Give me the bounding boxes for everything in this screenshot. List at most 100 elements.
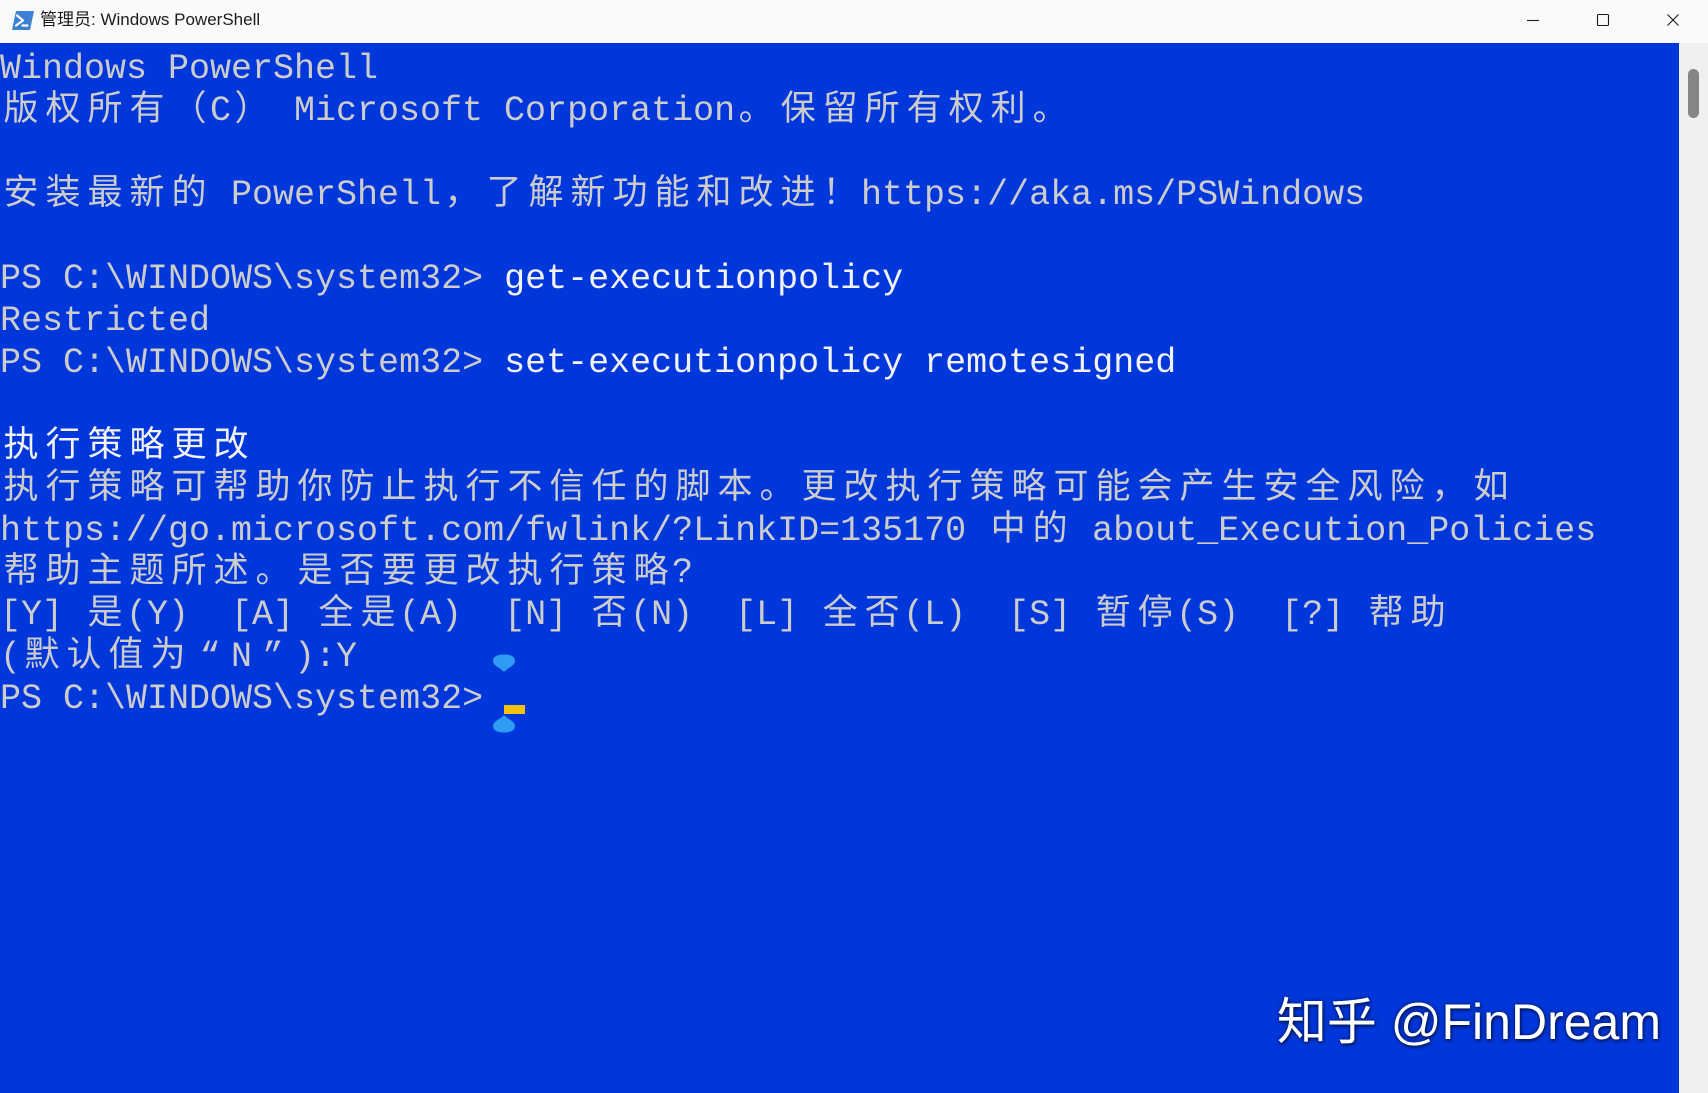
minimize-button[interactable] — [1498, 0, 1568, 40]
wide-glyph: 进 — [780, 175, 816, 215]
wide-glyph: 新 — [129, 175, 165, 215]
wide-glyph: 题 — [129, 553, 165, 593]
wide-glyph: 留 — [822, 91, 858, 131]
wide-glyph: 改 — [738, 175, 774, 215]
wide-glyph: 装 — [45, 175, 81, 215]
wide-glyph: 停 — [1137, 595, 1173, 635]
maximize-button[interactable] — [1568, 0, 1638, 40]
wide-glyph: 帮 — [1368, 595, 1404, 635]
wide-glyph: 了 — [486, 175, 522, 215]
wide-glyph: 和 — [696, 175, 732, 215]
wide-glyph: “ — [199, 637, 221, 677]
wide-glyph: 值 — [108, 637, 144, 677]
wide-glyph: 助 — [1410, 595, 1446, 635]
watermark: 知乎 @FinDream — [1276, 994, 1661, 1050]
cursor-indicator-bottom-icon — [492, 715, 516, 733]
wide-glyph: 安 — [1263, 469, 1299, 509]
command-line-get-policy: PS C:\WINDOWS\system32> get-executionpoli… — [0, 258, 1679, 300]
wide-glyph: 信 — [549, 469, 585, 509]
command-line-set-policy: PS C:\WINDOWS\system32> set-executionpoli… — [0, 342, 1679, 384]
wide-glyph: 是 — [360, 595, 396, 635]
wide-glyph: 可 — [171, 469, 207, 509]
wide-glyph: 能 — [1095, 469, 1131, 509]
wide-glyph: 执 — [3, 469, 39, 509]
powershell-icon[interactable] — [11, 10, 35, 31]
console-output[interactable]: Windows PowerShell 版权所有（C） Microsoft Cor… — [0, 43, 1679, 1093]
current-prompt-line: PS C:\WINDOWS\system32> — [0, 654, 1679, 733]
wide-glyph: 所 — [87, 91, 123, 131]
wide-glyph: 行 — [465, 469, 501, 509]
policy-answer-line: (默认值为 “N”):Y — [0, 637, 358, 677]
command-output-line: Restricted — [0, 301, 211, 341]
prompt: PS C:\WINDOWS\system32> — [0, 343, 484, 383]
wide-glyph: 权 — [948, 91, 984, 131]
wide-glyph: 。 — [738, 91, 774, 131]
maximize-icon — [1596, 13, 1610, 27]
wide-glyph: 行 — [927, 469, 963, 509]
wide-glyph: 保 — [780, 91, 816, 131]
wide-glyph: 主 — [87, 553, 123, 593]
wide-glyph: 最 — [87, 175, 123, 215]
wide-glyph: 帮 — [3, 553, 39, 593]
wide-glyph: 执 — [423, 469, 459, 509]
wide-glyph: 解 — [528, 175, 564, 215]
prompt: PS C:\WINDOWS\system32> — [0, 259, 484, 299]
wide-glyph: 本 — [717, 469, 753, 509]
wide-glyph: 更 — [423, 553, 459, 593]
wide-glyph: 功 — [612, 175, 648, 215]
wide-glyph: 改 — [465, 553, 501, 593]
wide-glyph: 全 — [1305, 469, 1341, 509]
console-buffer: Windows PowerShell 版权所有（C） Microsoft Cor… — [0, 48, 1679, 733]
wide-glyph: 策 — [87, 427, 123, 467]
wide-glyph: 为 — [150, 637, 186, 677]
wide-glyph: 不 — [507, 469, 543, 509]
wide-glyph: 脚 — [675, 469, 711, 509]
wide-glyph: 帮 — [213, 469, 249, 509]
wide-glyph: 风 — [1347, 469, 1383, 509]
wide-glyph: 有 — [129, 91, 165, 131]
wide-glyph: 的 — [1032, 511, 1068, 551]
wide-glyph: 执 — [507, 553, 543, 593]
wide-glyph: 策 — [591, 553, 627, 593]
close-button[interactable] — [1638, 0, 1708, 40]
prompt: PS C:\WINDOWS\system32> — [0, 679, 484, 719]
close-icon — [1666, 13, 1680, 27]
vertical-scrollbar[interactable] — [1679, 43, 1708, 1093]
wide-glyph: 述 — [213, 553, 249, 593]
wide-glyph: 要 — [381, 553, 417, 593]
wide-glyph: 更 — [801, 469, 837, 509]
wide-glyph: 你 — [297, 469, 333, 509]
wide-glyph: 的 — [171, 175, 207, 215]
wide-glyph: 默 — [24, 637, 60, 677]
policy-choices-line: [Y] 是 (Y) [A] 全是 (A) [N] 否 (N) [L] 全否 (L) [S… — [0, 594, 1679, 636]
minimize-icon — [1526, 13, 1540, 27]
wide-glyph: 任 — [591, 469, 627, 509]
scrollbar-thumb[interactable] — [1688, 69, 1699, 118]
command-text: get-executionpolicy — [504, 259, 904, 299]
policy-question-line: 帮助主题所述。是否要更改执行策略? — [0, 552, 1679, 594]
wide-glyph: 助 — [45, 553, 81, 593]
title-bar[interactable]: 管理员: Windows PowerShell — [0, 0, 1708, 43]
wide-glyph: ， — [1431, 469, 1467, 509]
wide-glyph: 的 — [633, 469, 669, 509]
wide-glyph: 所 — [171, 553, 207, 593]
wide-glyph: 行 — [549, 553, 585, 593]
wide-glyph: 防 — [339, 469, 375, 509]
wide-glyph: 略 — [633, 553, 669, 593]
policy-warning-line: 执行策略可帮助你防止执行不信任的脚本。更改执行策略可能会产生安全风险，如 — [0, 468, 1679, 510]
wide-glyph: 。 — [1032, 91, 1068, 131]
wide-glyph: 认 — [66, 637, 102, 677]
cursor-indicator-top-icon — [492, 654, 516, 672]
policy-link-line: https://go.microsoft.com/fwlink/?LinkID=… — [0, 511, 1597, 551]
wide-glyph: 行 — [45, 469, 81, 509]
policy-change-heading: 执行策略更改 — [0, 426, 1679, 468]
wide-glyph: 止 — [381, 469, 417, 509]
wide-glyph: 会 — [1137, 469, 1173, 509]
wide-glyph: 产 — [1179, 469, 1215, 509]
wide-glyph: 改 — [843, 469, 879, 509]
wide-glyph: 暂 — [1095, 595, 1131, 635]
copyright-line: 版权所有（C） Microsoft Corporation。保留所有权利。 — [0, 90, 1679, 132]
banner-title-line: Windows PowerShell — [0, 49, 379, 89]
